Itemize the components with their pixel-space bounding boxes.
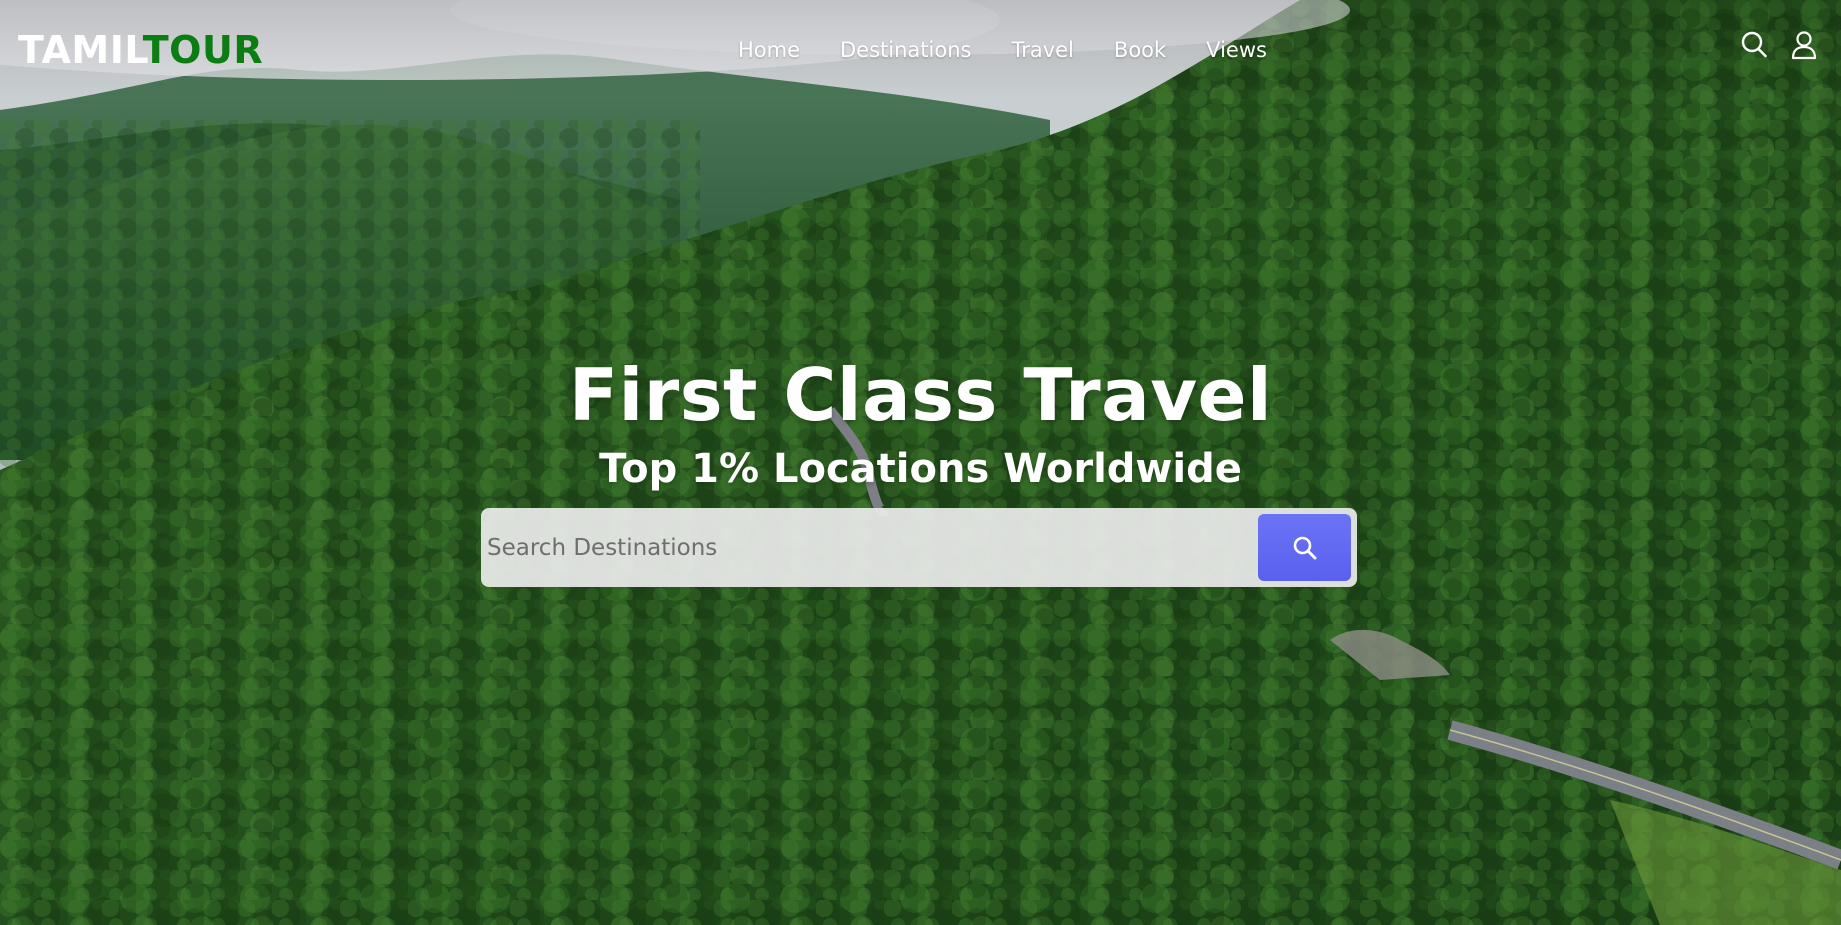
brand-logo[interactable]: TAMILTOUR — [18, 28, 263, 72]
user-icon[interactable] — [1790, 30, 1818, 60]
nav-link-views[interactable]: Views — [1206, 36, 1267, 64]
search-input[interactable] — [487, 520, 1247, 575]
search-button[interactable] — [1258, 514, 1351, 581]
search-icon — [1293, 536, 1316, 559]
brand-logo-part2: TOUR — [142, 28, 264, 72]
brand-logo-part1: TAMIL — [18, 28, 143, 72]
navbar: TAMILTOUR Home Destinations Travel Book … — [0, 0, 1841, 100]
search-icon[interactable] — [1740, 30, 1768, 60]
hero-subtitle: Top 1% Locations Worldwide — [599, 446, 1242, 492]
nav-link-destinations[interactable]: Destinations — [840, 36, 971, 64]
nav-links: Home Destinations Travel Book Views — [738, 36, 1267, 64]
hero-content: First Class Travel Top 1% Locations Worl… — [0, 350, 1841, 496]
hero-title: First Class Travel — [568, 353, 1273, 437]
nav-link-home[interactable]: Home — [738, 36, 800, 64]
nav-icons — [1740, 30, 1818, 60]
nav-link-travel[interactable]: Travel — [1011, 36, 1073, 64]
nav-link-book[interactable]: Book — [1114, 36, 1166, 64]
search-bar — [481, 508, 1357, 587]
